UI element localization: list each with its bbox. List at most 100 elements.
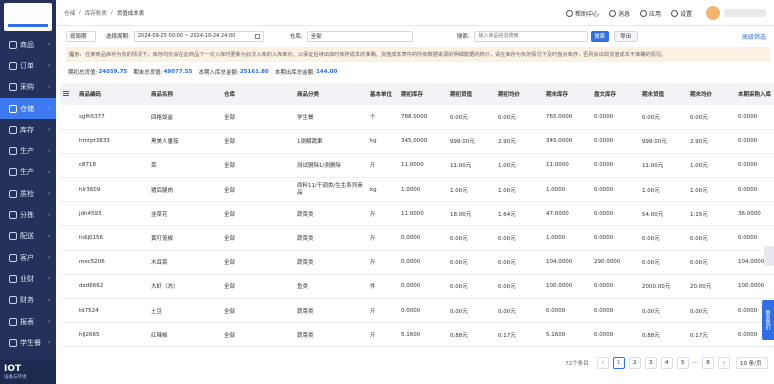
table-cell: 0.00元 [447, 105, 495, 130]
sidebar-item[interactable]: 学生餐 › [0, 332, 56, 353]
table-row[interactable]: c8718 菜全部 测试删除1/测删除斤 11.0000 11.00元 1.00元 11.0… [60, 153, 774, 179]
table-row[interactable]: dxd6662 大虾（冻） 全部 鱼类件 0.0000 0.00元 0.00元 100.000… [60, 274, 774, 300]
advanced-filter-link[interactable]: 高级筛选 [742, 32, 766, 41]
page-button[interactable]: 2 [628, 357, 641, 369]
breadcrumb-section[interactable]: 库存账表 [85, 9, 107, 17]
column-header: 基本单位 [367, 83, 398, 105]
iot-subtitle: 设备与环境 [4, 375, 27, 380]
sidebar-item[interactable]: 分拣 › [0, 204, 56, 225]
sidebar-item[interactable]: 商品 › [0, 34, 56, 55]
table-cell: 全部 [221, 274, 294, 300]
table-row[interactable]: mec5206 木耳菜 全部 蔬菜类斤 0.0000 0.00元 0.00元 104.0000… [60, 250, 774, 275]
table-cell: 2.90元 [495, 129, 543, 154]
table-cell: 0.0000 [591, 129, 639, 154]
table-cell: 2000.00元 [639, 274, 687, 300]
side-collapse-tab[interactable] [764, 246, 774, 266]
nav-icon [9, 168, 17, 177]
messages-button[interactable]: 消息 [608, 9, 630, 18]
table-cell: 0.0000 [591, 201, 639, 227]
sidebar-item-label: 配送 [20, 232, 34, 241]
summary-value: 25161.80 [239, 69, 269, 75]
sidebar-item[interactable]: 客户 › [0, 247, 56, 268]
table-cell: 0.00元 [447, 274, 495, 300]
table-row[interactable]: sgfh5377 四格饭盒 全部 学生餐个 788.0000 0.00元 0.00元 765.… [60, 105, 774, 130]
warehouse-label: 仓库: [289, 34, 303, 40]
nav-icon [9, 104, 17, 113]
table-cell: 0.0000 [591, 274, 639, 300]
date-range-value: 2024-09-25 00:00 ~ 2024-10-24 24:00 [137, 33, 236, 39]
table-cell: 999.00元 [447, 129, 495, 154]
sidebar-item[interactable]: 质检 › [0, 183, 56, 204]
sidebar-item[interactable]: 采购 › [0, 77, 56, 98]
table-cell: 0.00元 [639, 250, 687, 275]
sidebar-item[interactable]: 库存 › [0, 119, 56, 140]
nav-icon [9, 125, 17, 134]
sidebar-item-label: 财务 [20, 296, 34, 305]
filter-bar: 按周期 选择周期: 2024-09-25 00:00 ~ 2024-10-24 … [56, 26, 774, 46]
table-cell: hlr3609 [76, 177, 148, 203]
sidebar-item[interactable]: 生产 › [0, 162, 56, 183]
table-row[interactable]: hdlj0156 黄叮笼椒 全部 蔬菜类斤 0.0000 0.00元 0.00元 1.0000… [60, 225, 774, 251]
apps-button[interactable]: 应用 [639, 9, 661, 18]
table-cell: 1.0000 [543, 177, 591, 203]
search-input[interactable] [473, 30, 588, 42]
table-row[interactable]: hlj2665 红辣椒 全部 蔬菜类斤 5.1600 0.88元 0.17元 5.1600 0.… [60, 322, 774, 348]
search-button[interactable]: 搜索 [590, 30, 609, 42]
table-cell: 1.64元 [495, 201, 543, 227]
period-mode-select[interactable]: 按周期 [66, 30, 96, 42]
table-cell: 290.0000 [591, 250, 639, 275]
settings-button[interactable]: 设置 [670, 9, 692, 18]
page-button[interactable]: 1 [612, 357, 625, 369]
sidebar-item[interactable]: 生产 › [0, 140, 56, 161]
brand-logo[interactable] [4, 3, 52, 31]
sidebar-item[interactable]: 业财 › [0, 268, 56, 289]
sidebar-item-label: 业财 [20, 274, 34, 283]
table-cell: 测试删除1/测删除 [294, 153, 367, 179]
table-cell: 1.00元 [447, 177, 495, 203]
help-icon [565, 9, 573, 17]
chevron-right-icon: › [48, 254, 51, 262]
page-button[interactable]: 3 [644, 357, 657, 369]
column-settings-header[interactable] [60, 83, 76, 105]
sidebar-item[interactable]: 仓储 › [0, 97, 56, 120]
contact-us-tab[interactable]: 联系我们 [762, 300, 774, 340]
table-cell: 0.00元 [639, 105, 687, 130]
page-button[interactable]: 5 [676, 357, 689, 369]
table-cell: 全部 [221, 105, 294, 130]
table-cell: 345.0000 [543, 129, 591, 154]
search-label: 搜索: [456, 34, 470, 40]
table-row[interactable]: hlr3609 猪后腿肉 全部 原料11/干调类/生生系列商品 kg 1.0000 1.00… [60, 177, 774, 203]
apps-icon [639, 9, 647, 17]
page-button-last[interactable]: 8 [702, 357, 714, 369]
breadcrumb-home[interactable]: 仓储 [64, 9, 75, 17]
avatar[interactable] [706, 6, 720, 20]
export-button[interactable]: 导出 [613, 30, 638, 42]
date-range-picker[interactable]: 2024-09-25 00:00 ~ 2024-10-24 24:00 [133, 30, 264, 42]
iot-panel[interactable]: IOT 设备与环境 [0, 360, 56, 384]
sidebar-item-label: 仓储 [20, 104, 34, 113]
sidebar-item[interactable]: 财务 › [0, 290, 56, 311]
sidebar-item[interactable]: 配送 › [0, 226, 56, 247]
table-cell: 0.17元 [687, 322, 735, 348]
table-cell: 104.0000 [543, 250, 591, 275]
pagination-ellipsis[interactable]: ··· [693, 360, 698, 366]
page-size-select[interactable]: 10 条/页 [736, 357, 768, 369]
table-cell: 5.1600 [398, 322, 447, 348]
page-button[interactable]: 4 [660, 357, 673, 369]
column-header: 期末货值 [639, 83, 687, 105]
chevron-right-icon: › [48, 275, 51, 283]
sidebar-item[interactable]: 报表 › [0, 311, 56, 332]
next-page-button[interactable]: › [718, 357, 730, 369]
sidebar-item[interactable]: 订单 › [0, 55, 56, 76]
table-cell: 999.00元 [639, 129, 687, 154]
table-cell: 0.0000 [735, 129, 774, 154]
prev-page-button[interactable]: ‹ [596, 357, 609, 369]
user-name-blurred[interactable] [724, 9, 766, 17]
breadcrumb-separator: / [79, 9, 81, 16]
table-row[interactable]: hmrpt3833 黑美人番茄 全部 1测解蔬果 kg 345.0000 999.00元 2.… [60, 129, 774, 154]
table-row[interactable]: td7524 土豆 全部 蔬菜类斤 0.0000 0.00元 0.00元 0.0000 0.00… [60, 298, 774, 324]
warehouse-select[interactable]: 全部 [306, 30, 413, 42]
table-row[interactable]: jdh4593 韭菜花 全部 蔬菜类斤 11.0000 18.00元 1.64元 47.000… [60, 201, 774, 227]
table-cell: 蔬菜类 [294, 250, 367, 275]
help-center-button[interactable]: 帮助中心 [565, 9, 599, 18]
